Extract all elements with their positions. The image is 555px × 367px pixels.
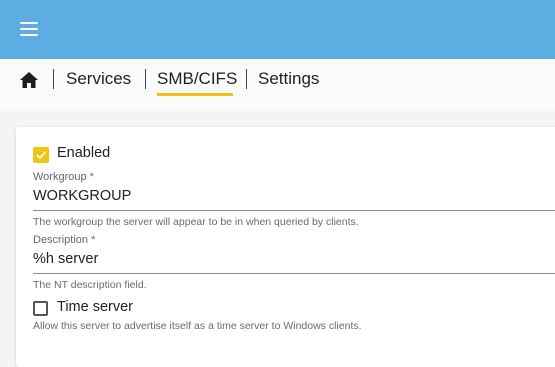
breadcrumb-settings[interactable]: Settings bbox=[258, 68, 319, 90]
breadcrumb-services[interactable]: Services bbox=[66, 68, 131, 90]
settings-form-card: Enabled Workgroup * The workgroup the se… bbox=[16, 127, 555, 367]
top-toolbar bbox=[0, 0, 555, 59]
description-label: Description * bbox=[33, 234, 96, 246]
description-underline bbox=[33, 273, 555, 274]
breadcrumb: Services SMB/CIFS Settings bbox=[0, 59, 555, 111]
time-server-checkbox[interactable] bbox=[33, 301, 48, 316]
hamburger-menu-icon[interactable] bbox=[16, 17, 42, 41]
breadcrumb-separator bbox=[246, 69, 247, 89]
enabled-checkbox[interactable] bbox=[33, 147, 49, 163]
workgroup-label: Workgroup * bbox=[33, 171, 94, 183]
time-server-label: Time server bbox=[57, 299, 133, 315]
breadcrumb-separator bbox=[145, 69, 146, 89]
workgroup-underline bbox=[33, 210, 555, 211]
home-icon[interactable] bbox=[19, 70, 39, 90]
checkmark-icon bbox=[36, 151, 47, 160]
active-breadcrumb-underline bbox=[157, 93, 233, 96]
workgroup-hint: The workgroup the server will appear to … bbox=[33, 216, 359, 228]
description-hint: The NT description field. bbox=[33, 279, 147, 291]
description-input[interactable] bbox=[33, 248, 555, 270]
breadcrumb-separator bbox=[53, 69, 54, 89]
time-server-hint: Allow this server to advertise itself as… bbox=[33, 320, 362, 332]
enabled-label: Enabled bbox=[57, 145, 111, 161]
breadcrumb-smb-cifs[interactable]: SMB/CIFS bbox=[157, 68, 237, 90]
workgroup-input[interactable] bbox=[33, 185, 555, 207]
